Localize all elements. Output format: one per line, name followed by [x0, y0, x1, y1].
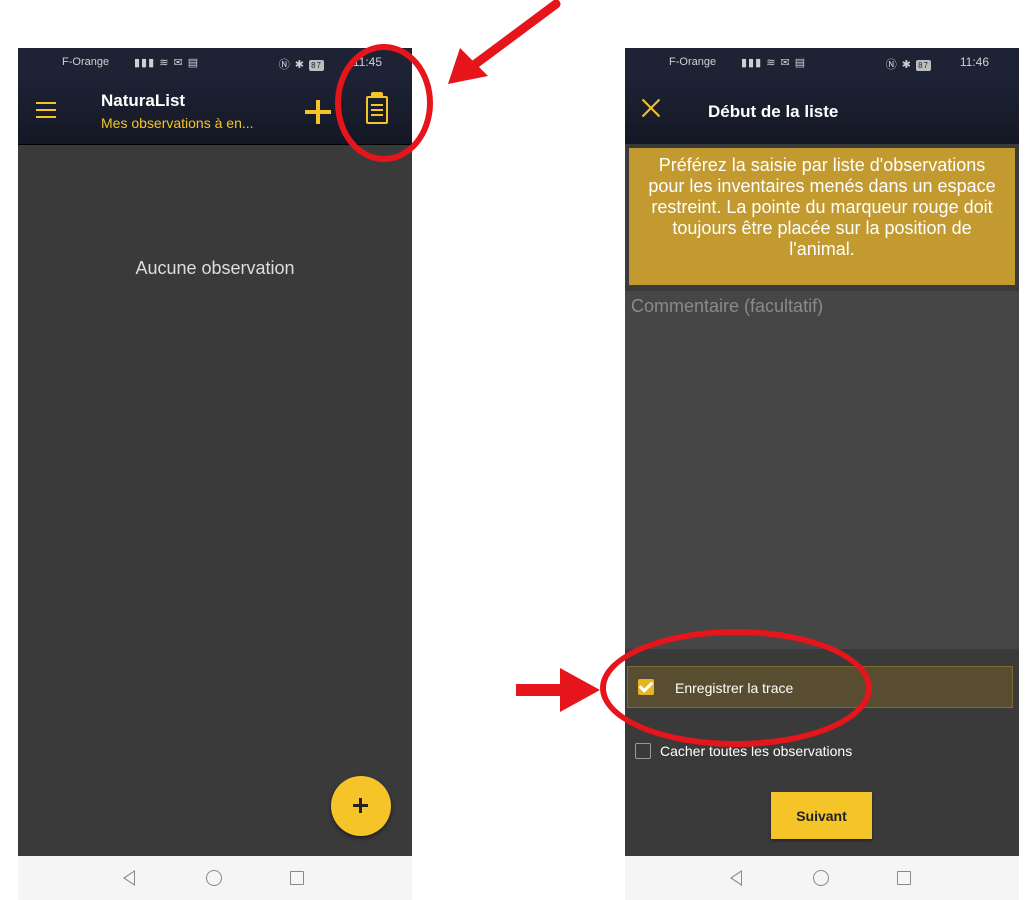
empty-state-text: Aucune observation [135, 258, 295, 278]
clipboard-icon[interactable] [363, 92, 391, 128]
status-time: 11:46 [959, 55, 989, 69]
app-bar: Début de la liste [625, 78, 1019, 144]
app-subtitle[interactable]: Mes observations à en... [101, 115, 271, 131]
fab-add-button[interactable] [331, 776, 391, 836]
back-icon[interactable] [123, 870, 135, 886]
next-button[interactable]: Suivant [771, 792, 872, 839]
recent-apps-icon[interactable] [290, 871, 304, 885]
app-title: NaturaList [101, 91, 186, 110]
android-nav-bar [18, 856, 412, 900]
back-icon[interactable] [730, 870, 742, 886]
carrier-name: F-Orange [62, 56, 110, 68]
nfc-bluetooth-icons: Ⓝ ✱ 87 [278, 59, 324, 71]
hide-observations-label: Cacher toutes les observations [660, 743, 853, 759]
comment-input[interactable] [629, 295, 1013, 318]
phone-screen-list-start: F-Orange ▮▮▮ ≋ ✉ ▤ Ⓝ ✱ 87 11:46 Début de… [625, 48, 1019, 900]
carrier-name: F-Orange [669, 56, 717, 68]
status-bar: F-Orange ▮▮▮ ≋ ✉ ▤ Ⓝ ✱ 87 11:46 [625, 48, 1019, 78]
hide-observations-option[interactable]: Cacher toutes les observations [627, 741, 1013, 767]
close-icon[interactable] [639, 96, 663, 120]
info-banner: Préférez la saisie par liste d'observati… [629, 148, 1015, 285]
red-arrow-icon [448, 0, 561, 84]
add-observation-button[interactable] [305, 92, 331, 132]
record-track-label: Enregistrer la trace [675, 680, 794, 696]
checkbox-checked-icon[interactable] [638, 679, 654, 695]
home-icon[interactable] [206, 870, 222, 886]
record-track-option[interactable]: Enregistrer la trace [627, 666, 1013, 708]
android-nav-bar [625, 856, 1019, 900]
comment-area[interactable] [625, 291, 1019, 649]
signal-wifi-icons: ▮▮▮ ≋ ✉ ▤ [741, 57, 807, 69]
recent-apps-icon[interactable] [897, 871, 911, 885]
nfc-bluetooth-icons: Ⓝ ✱ 87 [885, 59, 931, 71]
checkbox-unchecked-icon[interactable] [635, 743, 651, 759]
signal-wifi-icons: ▮▮▮ ≋ ✉ ▤ [134, 57, 200, 69]
battery-icon: 87 [309, 60, 324, 71]
battery-icon: 87 [916, 60, 931, 71]
screen-title: Début de la liste [708, 102, 839, 121]
phone-screen-observations: F-Orange ▮▮▮ ≋ ✉ ▤ Ⓝ ✱ 87 11:45 NaturaLi… [18, 48, 412, 900]
hamburger-icon[interactable] [36, 102, 56, 118]
red-arrow-icon [516, 668, 600, 712]
home-icon[interactable] [813, 870, 829, 886]
status-time: 11:45 [352, 55, 382, 69]
app-bar: NaturaList Mes observations à en... [18, 78, 412, 145]
status-bar: F-Orange ▮▮▮ ≋ ✉ ▤ Ⓝ ✱ 87 11:45 [18, 48, 412, 78]
